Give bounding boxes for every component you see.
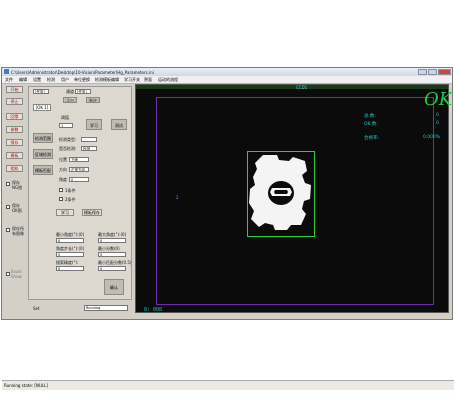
save-all-checkbox[interactable] — [6, 228, 10, 232]
add-button[interactable]: [添加] — [63, 97, 77, 103]
min-match-input[interactable]: 0 — [98, 266, 126, 271]
camera-label: 相机 — [10, 166, 19, 171]
start-button[interactable]: 开始 — [6, 86, 23, 93]
home-label: 回零 — [10, 114, 19, 119]
save-all-label: 保存所有图像 — [12, 226, 24, 236]
direction-label: 方向 — [59, 167, 67, 172]
pass-rate-value: 0.000% — [423, 135, 441, 140]
result-ok: OK — [424, 89, 453, 110]
template-match-button[interactable]: 模板匹配 — [33, 165, 53, 175]
template-save-button[interactable]: 模板保存 — [82, 209, 102, 216]
angle-step-input[interactable]: 0 — [56, 252, 84, 257]
set-label: Set — [33, 306, 40, 311]
home-button[interactable]: 回零 — [6, 113, 23, 120]
total-value: 0 — [436, 113, 439, 118]
detect-type-select[interactable] — [81, 137, 97, 142]
menu-learn[interactable]: 学习开关 — [124, 77, 140, 83]
menu-user[interactable]: 用户 — [61, 77, 69, 83]
menu-unit[interactable]: 单位更换 — [74, 77, 90, 83]
status-state: Running state: [NULL] — [4, 383, 48, 388]
app-icon — [4, 69, 9, 74]
status-bar: Running state: [NULL] — [2, 380, 454, 390]
max-angle-input[interactable]: 0 — [98, 238, 126, 243]
view-top-strip — [136, 85, 448, 89]
is-detect-label: 是否检测: — [59, 146, 77, 151]
learn2-button[interactable]: 学习 — [56, 209, 74, 216]
min-score-input[interactable]: 0 — [98, 252, 126, 257]
save-label: 保存 — [10, 140, 19, 145]
maximize-button[interactable] — [428, 69, 437, 75]
excel-show-label: Excel Show — [11, 269, 22, 279]
parameter-panel: [任务] 通道 [任务] [添加] [删除] [OK 1] 阈值 1 学习 测试… — [28, 86, 132, 311]
window-controls — [417, 69, 451, 76]
save-ng-label: 保存NG图 — [12, 180, 23, 190]
template-button[interactable]: 模板 — [6, 152, 23, 159]
angle-label: 角度 — [59, 177, 67, 182]
condition2-checkbox[interactable] — [59, 197, 63, 201]
save-ok-checkbox[interactable] — [6, 205, 10, 209]
apply-button[interactable]: 确认 — [104, 279, 124, 295]
min-angle-input[interactable]: 0 — [56, 238, 84, 243]
menu-flow[interactable]: 运动的流程 — [158, 77, 178, 83]
task-select[interactable]: [任务] — [33, 89, 49, 94]
param-label: 参数 — [10, 127, 19, 132]
stop-label: 停止 — [10, 99, 19, 104]
menu-detect[interactable]: 检测 — [47, 77, 55, 83]
delete-button[interactable]: [删除] — [86, 97, 100, 103]
is-detect-select[interactable]: 检测 — [81, 146, 97, 151]
ok-count-value: 0 — [436, 121, 439, 126]
camera-button[interactable]: 相机 — [6, 165, 23, 172]
minimize-button[interactable] — [418, 69, 427, 75]
running-field: Running — [84, 305, 128, 311]
condition1-checkbox[interactable] — [59, 188, 63, 192]
search-precision-input[interactable]: 0 — [56, 266, 84, 271]
close-button[interactable] — [438, 69, 451, 75]
pass-rate-label: 合格率: — [364, 136, 380, 141]
menu-edit[interactable]: 编辑 — [19, 77, 27, 83]
total-label: 总 数: — [364, 114, 376, 119]
detect-type-label: 检测类型: — [59, 137, 77, 142]
threshold-select[interactable]: 1 — [59, 123, 73, 128]
excel-show-checkbox[interactable] — [6, 272, 10, 276]
workpiece-shape — [249, 155, 311, 230]
menu-bar: 文件 编辑 设置 检测 用户 单位更换 检测模板编辑 学习开关 界面 运动的流程… — [2, 76, 452, 90]
threshold-label: 阈值 — [61, 115, 69, 120]
region-detect-button[interactable]: 区域检测 — [33, 149, 53, 159]
menu-settings[interactable]: 设置 — [33, 77, 41, 83]
channel-select[interactable]: [任务] — [75, 89, 91, 94]
start-label: 开始 — [10, 87, 19, 92]
menu-template[interactable]: 检测模板编辑 — [95, 77, 119, 83]
menu-interface[interactable]: 界面 — [144, 77, 152, 83]
save-ng-checkbox[interactable] — [6, 182, 10, 186]
camera-label: CCD1 — [296, 85, 308, 90]
title-bar: C:\Users\Administrator\Desktop\10-Vision… — [2, 68, 452, 76]
save-button[interactable]: 保存 — [6, 139, 23, 146]
roi-marker-left: 2 — [176, 195, 179, 200]
test-button[interactable]: 测试 — [111, 119, 127, 130]
direction-select[interactable]: 正常方向 — [69, 167, 89, 172]
ok-count-label: OK 数: — [364, 122, 378, 127]
cursor-coords: 0: 000 — [144, 307, 163, 313]
angle-select[interactable]: 0 — [69, 177, 89, 182]
condition1-label: 1条件 — [65, 188, 76, 193]
param-button[interactable]: 参数 — [6, 126, 23, 133]
camera-view[interactable]: CCD1 2 2 OK 总 数: 0 OK 数: 0 合格率: 0.000% 0… — [135, 84, 453, 313]
detect-range-button[interactable]: 检测范围 — [33, 133, 53, 143]
window-title: C:\Users\Administrator\Desktop\10-Vision… — [11, 70, 154, 75]
tab-ok1[interactable]: [OK 1] — [33, 104, 51, 111]
position-label: 位置 — [59, 157, 67, 162]
save-ok-label: 保存OK图 — [12, 203, 22, 213]
learn-button[interactable]: 学习 — [86, 119, 102, 130]
stop-button[interactable]: 停止 — [6, 98, 23, 105]
condition2-label: 2条件 — [65, 197, 76, 202]
template-label: 模板 — [10, 153, 19, 158]
channel-label: 通道 — [66, 89, 74, 94]
position-select[interactable]: 下面 — [69, 157, 89, 162]
menu-file[interactable]: 文件 — [5, 77, 13, 83]
